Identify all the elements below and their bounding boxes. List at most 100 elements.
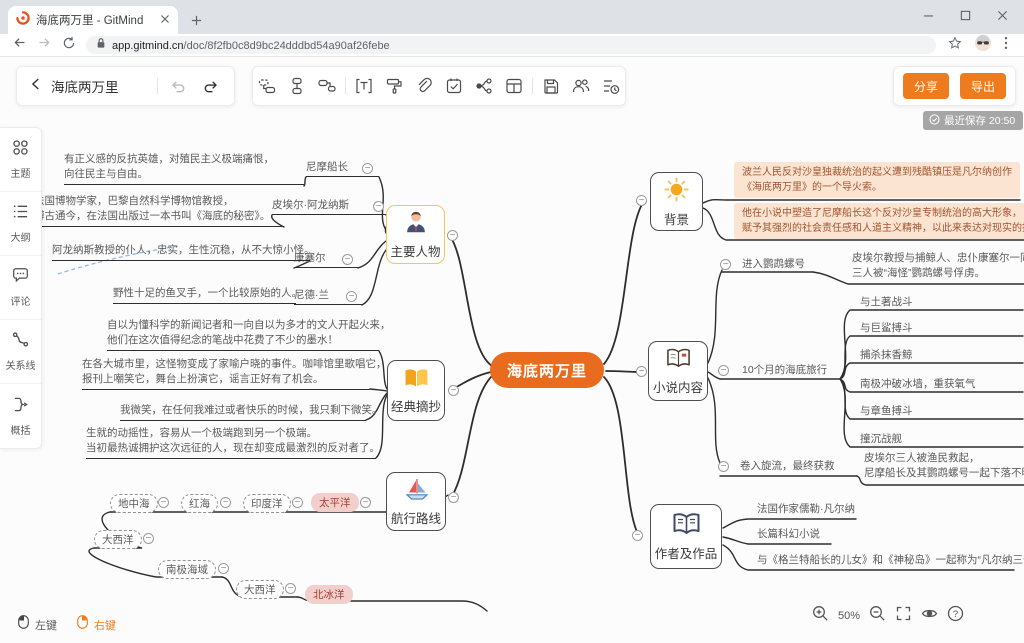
profile-avatar[interactable]	[974, 34, 992, 57]
text-button[interactable]	[352, 74, 376, 98]
node-journey[interactable]: 10个月的海底旅行	[742, 363, 827, 378]
node-aronnax-desc[interactable]: 法国博物学家，巴黎自然科学博物馆教授，博古通今，在法国出版过一本书叫《海底的秘密…	[34, 194, 284, 227]
browser-tab[interactable]: 海底两万里 - GitMind	[8, 6, 178, 34]
node-stop-mediterranean[interactable]: 地中海	[110, 494, 158, 513]
tab-close-icon[interactable]	[160, 11, 170, 29]
node-excerpt-1[interactable]: 自以为懂科学的新闻记者和一向自以为多才的文人开起火来，他们在这次值得纪念的笔战中…	[107, 318, 379, 351]
window-close-icon[interactable]	[997, 8, 1008, 26]
url-bar[interactable]: app.gitmind.cn/doc/8f2fb0c8d9bc24dddbd54…	[86, 36, 936, 54]
node-stop-red-sea[interactable]: 红海	[181, 494, 218, 513]
table-button[interactable]	[502, 74, 526, 98]
collapse-icon[interactable]	[360, 497, 371, 508]
collapse-icon[interactable]	[143, 533, 154, 544]
topic-author[interactable]: 作者及作品	[650, 504, 722, 569]
collapse-icon[interactable]	[218, 563, 229, 574]
sidebar-item-outline[interactable]: 大纲	[0, 192, 41, 256]
node-author-genre[interactable]: 长篇科幻小说	[757, 527, 820, 542]
node-event-natives[interactable]: 与土著战斗	[860, 295, 913, 310]
collapse-icon[interactable]	[342, 254, 353, 265]
node-stop-atlantic-1[interactable]: 大西洋	[94, 530, 142, 549]
node-rescue[interactable]: 卷入旋流，最终获救	[740, 459, 835, 474]
node-stop-pacific[interactable]: 太平洋	[311, 493, 359, 512]
node-stop-atlantic-2[interactable]: 大西洋	[236, 580, 284, 599]
node-structure-button[interactable]	[285, 74, 309, 98]
zoom-level[interactable]: 50%	[838, 610, 860, 622]
back-icon[interactable]	[12, 35, 27, 55]
node-stop-indian-ocean[interactable]: 印度洋	[243, 494, 291, 513]
window-minimize-icon[interactable]	[923, 8, 934, 26]
browser-menu-icon[interactable]	[1004, 36, 1008, 55]
child-node-button[interactable]	[315, 74, 339, 98]
fit-screen-icon[interactable]	[895, 605, 912, 627]
node-conseil-desc[interactable]: 阿龙纳斯教授的仆人，忠实，生性沉稳，从不大惊小怪。	[52, 243, 310, 261]
node-event-octopus[interactable]: 与章鱼搏斗	[860, 404, 913, 419]
collapse-icon[interactable]	[718, 365, 729, 376]
collapse-icon[interactable]	[632, 530, 643, 541]
collapse-icon[interactable]	[285, 583, 296, 594]
node-background-1[interactable]: 波兰人民反对沙皇独裁统治的起义遭到残酷镇压是凡尔纳创作《海底两万里》的一个导火索…	[734, 162, 1020, 198]
topic-route[interactable]: 航行路线	[386, 472, 446, 531]
node-stop-arctic[interactable]: 北冰洋	[305, 585, 353, 604]
reload-icon[interactable]	[62, 36, 76, 55]
export-button[interactable]: 导出	[960, 73, 1006, 99]
share-button[interactable]: 分享	[903, 73, 949, 99]
collapse-icon[interactable]	[447, 230, 458, 241]
node-nemo-desc[interactable]: 有正义感的反抗英雄，对殖民主义极端痛恨，向往民主与自由。	[64, 152, 304, 185]
topic-content[interactable]: 小说内容	[648, 341, 708, 401]
node-rescue-desc[interactable]: 皮埃尔三人被渔民救起，尼摩船长及其鹦鹉螺号一起下落不明。	[864, 451, 1024, 481]
sibling-node-button[interactable]	[255, 74, 279, 98]
collapse-icon[interactable]	[718, 461, 729, 472]
collapse-icon[interactable]	[373, 201, 384, 212]
node-event-warship[interactable]: 撞沉战舰	[860, 432, 902, 447]
node-event-ice[interactable]: 南极冲破冰墙，重获氧气	[860, 377, 976, 392]
topic-excerpts[interactable]: 经典摘抄	[387, 360, 445, 421]
task-button[interactable]	[442, 74, 466, 98]
node-aronnax[interactable]: 皮埃尔·阿龙纳斯	[272, 198, 386, 215]
collapse-icon[interactable]	[636, 366, 647, 377]
zoom-out-icon[interactable]	[869, 605, 886, 627]
window-maximize-icon[interactable]	[960, 8, 971, 26]
format-brush-button[interactable]	[382, 74, 406, 98]
sidebar-item-theme[interactable]: 主题	[0, 128, 41, 192]
collapse-icon[interactable]	[292, 497, 303, 508]
collapse-icon[interactable]	[720, 259, 731, 270]
forward-icon[interactable]	[37, 35, 52, 55]
new-tab-button[interactable]	[186, 10, 206, 30]
collapse-icon[interactable]	[636, 195, 647, 206]
root-node[interactable]: 海底两万里	[490, 352, 604, 388]
collapse-icon[interactable]	[220, 497, 231, 508]
help-icon[interactable]: ?	[947, 605, 964, 627]
node-ned-desc[interactable]: 野性十足的鱼叉手，一个比较原始的人。	[113, 286, 296, 304]
zoom-in-icon[interactable]	[812, 605, 829, 627]
sidebar-item-comments[interactable]: 评论	[0, 256, 41, 320]
node-excerpt-4[interactable]: 生就的动摇性，容易从一个极端跑到另一个极端。当初最热诚拥护这次远征的人，现在却变…	[86, 426, 376, 459]
node-author-verne[interactable]: 法国作家儒勒·凡尔纳	[757, 502, 855, 517]
node-excerpt-2[interactable]: 在各大城市里，这怪物变成了家喻户晓的事件。咖啡馆里歌唱它，报刊上嘲笑它，舞台上扮…	[82, 357, 370, 390]
undo-button[interactable]	[166, 74, 190, 98]
collapse-icon[interactable]	[448, 492, 459, 503]
relation-graph-button[interactable]	[472, 74, 496, 98]
collapse-icon[interactable]	[346, 291, 357, 302]
presentation-eye-icon[interactable]	[921, 605, 938, 627]
topic-characters[interactable]: 主要人物	[386, 205, 445, 264]
node-event-whale[interactable]: 捕杀抹香鲸	[860, 348, 913, 363]
collapse-icon[interactable]	[362, 163, 373, 174]
topic-background[interactable]: 背景	[650, 172, 703, 231]
node-enter-nautilus[interactable]: 进入鹦鹉螺号	[742, 257, 805, 272]
doc-title[interactable]: 海底两万里	[51, 76, 119, 96]
bookmark-star-icon[interactable]	[948, 36, 962, 55]
sidebar-item-relation-line[interactable]: 关系线	[0, 320, 41, 384]
node-background-2[interactable]: 他在小说中塑造了尼摩船长这个反对沙皇专制统治的高大形象，赋予其强烈的社会责任感和…	[734, 203, 1024, 239]
back-chevron-icon[interactable]	[29, 77, 43, 96]
node-stop-antarctic[interactable]: 南极海域	[158, 560, 216, 579]
collapse-icon[interactable]	[158, 497, 169, 508]
save-button[interactable]	[539, 74, 563, 98]
node-event-sharks[interactable]: 与巨鲨搏斗	[860, 321, 913, 336]
node-enter-desc[interactable]: 皮埃尔教授与捕鲸人、忠仆康塞尔一同追踪神秘三人被“海怪”鹦鹉螺号俘虏。	[852, 251, 1024, 281]
sidebar-item-summary[interactable]: 概括	[0, 384, 41, 448]
node-author-trilogy[interactable]: 与《格兰特船长的儿女》和《神秘岛》一起称为“凡尔纳三部曲”	[757, 553, 1024, 568]
collapse-icon[interactable]	[448, 385, 459, 396]
collaborate-button[interactable]	[569, 74, 593, 98]
redo-button[interactable]	[198, 74, 222, 98]
version-history-button[interactable]	[599, 74, 623, 98]
